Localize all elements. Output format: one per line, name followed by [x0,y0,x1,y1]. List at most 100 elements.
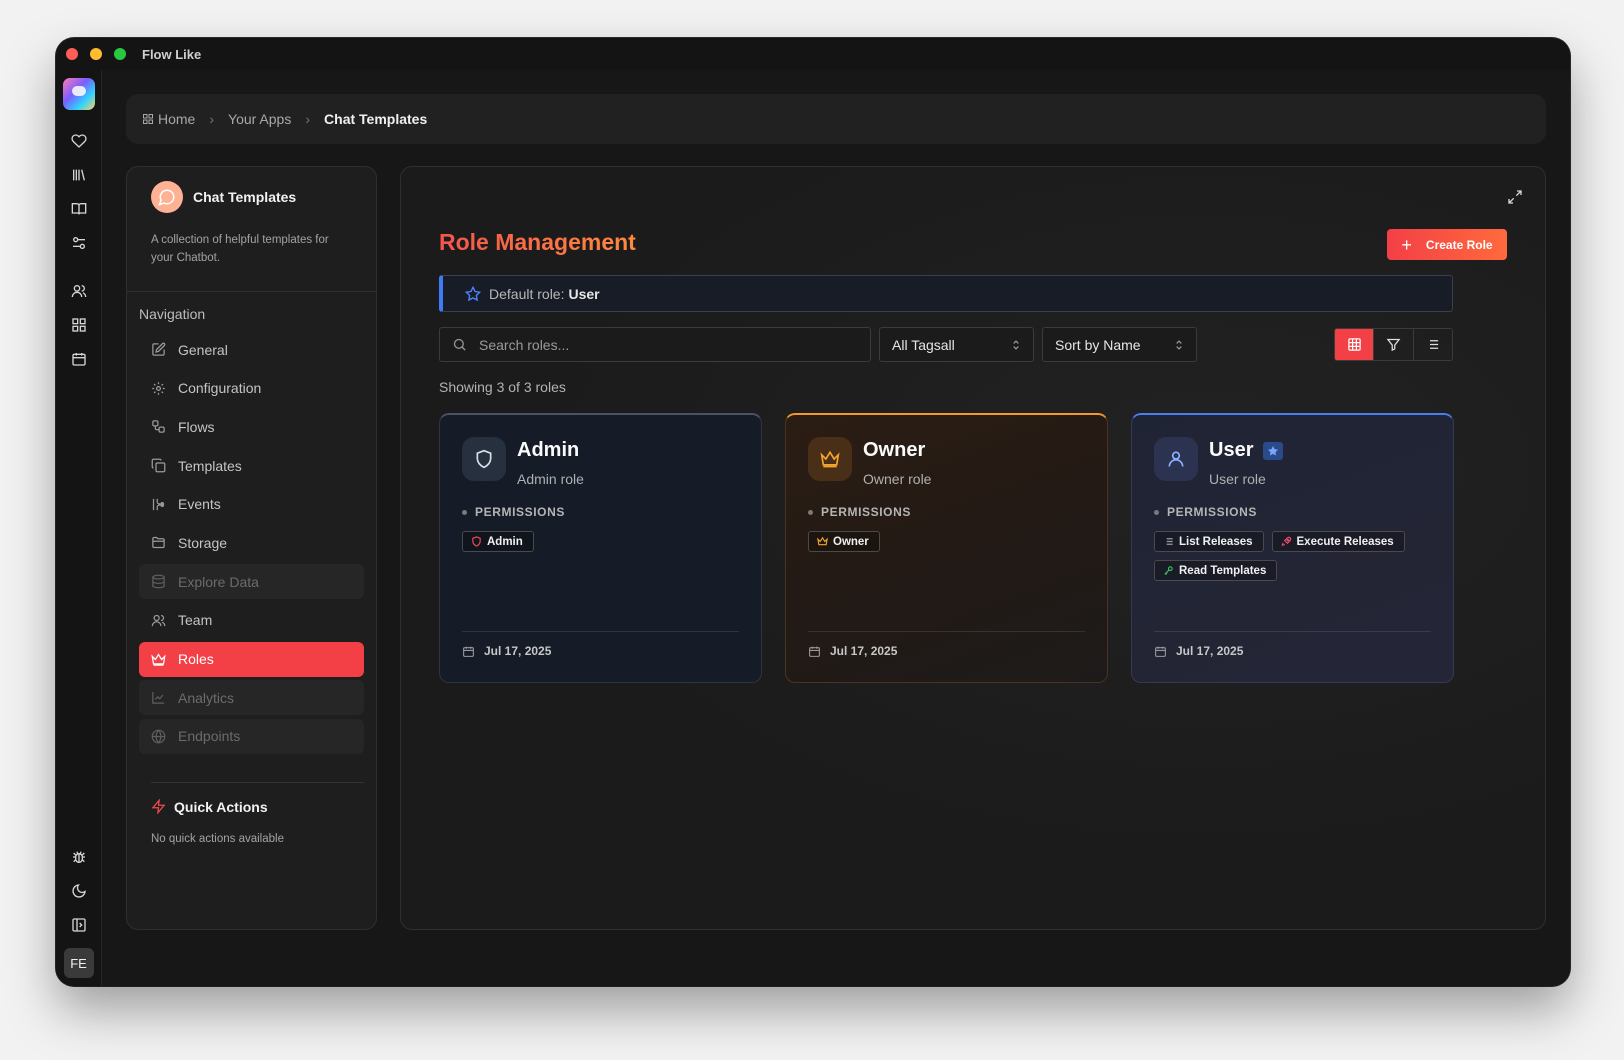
tags-filter-value: All Tagsall [892,336,955,353]
default-star-badge [1263,441,1284,460]
nav-item-analytics[interactable]: Analytics [139,680,364,716]
permission-tags: Admin [462,531,742,552]
gear-icon [152,381,165,395]
quick-actions-title: Quick Actions [151,799,352,815]
shield-icon [472,536,481,547]
nav-item-label: Events [178,496,221,513]
app-identity: Chat Templates [151,181,352,213]
chevron-right-icon: › [209,111,215,127]
view-mode-toggle [1334,328,1453,361]
card-divider [1154,631,1431,632]
grid-view-button[interactable] [1335,329,1375,360]
book-icon[interactable] [64,194,94,224]
role-card-owner[interactable]: Owner Owner role PERMISSIONS Owner Jul 1… [785,413,1108,683]
nav-list: General Configuration Flows Templates Ev… [127,332,376,754]
nav-item-label: Endpoints [178,728,241,745]
role-card-user[interactable]: User User role PERMISSIONS List Releases… [1131,413,1454,683]
sort-select[interactable]: Sort by Name [1042,327,1197,362]
permission-tag: Admin [462,531,534,552]
grid-icon [1347,338,1361,351]
role-name-text: User [1209,439,1254,461]
sidebar-header: Chat Templates A collection of helpful t… [127,167,376,292]
role-date-text: Jul 17, 2025 [830,644,898,658]
results-count: Showing 3 of 3 roles [439,379,566,395]
create-role-button[interactable]: + Create Role [1387,229,1507,260]
close-window-button[interactable] [66,48,78,60]
permission-tag-label: Read Templates [1179,564,1267,577]
star-icon [1268,445,1279,455]
page-title: Role Management [439,229,636,255]
title-bar: Flow Like [56,38,1570,70]
nav-item-team[interactable]: Team [139,603,364,638]
crown-icon [808,437,852,481]
breadcrumb: Home › Your Apps › Chat Templates [126,94,1546,144]
nav-item-events[interactable]: Events [139,487,364,522]
role-description: User role [1209,471,1266,487]
folder-icon [152,537,165,549]
list-icon [1427,340,1439,349]
rocket-icon [1281,536,1291,546]
nav-item-explore-data[interactable]: Explore Data [139,564,364,600]
role-name: Owner [863,439,925,462]
app-name: Chat Templates [193,189,297,205]
search-input[interactable] [479,336,859,353]
tags-filter-select[interactable]: All Tagsall [879,327,1034,362]
filter-button[interactable] [1374,329,1414,360]
nav-item-label: Analytics [178,689,235,706]
calendar-icon [463,646,474,657]
moon-icon[interactable] [64,876,94,906]
calendar-icon[interactable] [64,344,94,374]
role-description: Admin role [517,471,584,487]
app-logo[interactable] [62,78,95,110]
nav-title: Navigation [139,306,206,322]
role-date: Jul 17, 2025 [462,644,551,658]
breadcrumb-home[interactable]: Home [158,111,195,127]
default-role-banner: Default role: User [439,275,1453,312]
breadcrumb-current: Chat Templates [324,111,428,127]
list-view-button[interactable] [1414,329,1452,360]
chevron-right-icon: › [305,111,311,127]
crown-icon [817,536,828,546]
expand-icon[interactable] [1507,189,1523,205]
permission-tag-label: Admin [487,535,523,548]
nav-item-flows[interactable]: Flows [139,409,364,444]
permission-tags: Owner [808,531,1088,552]
permission-tag: Read Templates [1154,560,1278,581]
nav-item-roles[interactable]: Roles [139,641,364,677]
create-role-label: Create Role [1425,237,1493,252]
nav-item-templates[interactable]: Templates [139,448,364,483]
breadcrumb-your-apps[interactable]: Your Apps [228,111,291,127]
grid-icon[interactable] [64,310,94,340]
role-description: Owner role [863,471,932,487]
filter-toolbar: All Tagsall Sort by Name [439,327,1453,363]
search-icon [453,338,466,351]
nav-item-general[interactable]: General [139,332,364,367]
role-card-admin[interactable]: Admin Admin role PERMISSIONS Admin Jul 1… [439,413,762,683]
nav-item-label: Storage [178,534,228,551]
nav-item-storage[interactable]: Storage [139,525,364,560]
nav-item-configuration[interactable]: Configuration [139,371,364,406]
shield-icon [462,437,506,481]
panel-icon[interactable] [64,910,94,940]
bug-icon[interactable] [64,842,94,872]
crown-icon [151,652,166,666]
star-icon [465,285,481,301]
users-icon[interactable] [64,276,94,306]
nav-item-label: Templates [178,457,242,474]
role-date: Jul 17, 2025 [808,644,897,658]
key-icon [1164,566,1173,576]
user-avatar[interactable]: FE [63,948,94,978]
list-icon [1164,538,1173,545]
settings-sliders-icon[interactable] [64,228,94,258]
nav-item-label: General [178,341,228,358]
permission-tag-label: List Releases [1179,535,1253,548]
lightning-icon [151,799,166,815]
edit-icon [152,342,166,356]
heart-icon[interactable] [64,126,94,156]
maximize-window-button[interactable] [114,48,126,60]
nav-item-endpoints[interactable]: Endpoints [139,718,364,754]
library-icon[interactable] [64,160,94,190]
card-divider [462,631,739,632]
minimize-window-button[interactable] [90,48,102,60]
chevron-up-down-icon [1013,340,1019,350]
